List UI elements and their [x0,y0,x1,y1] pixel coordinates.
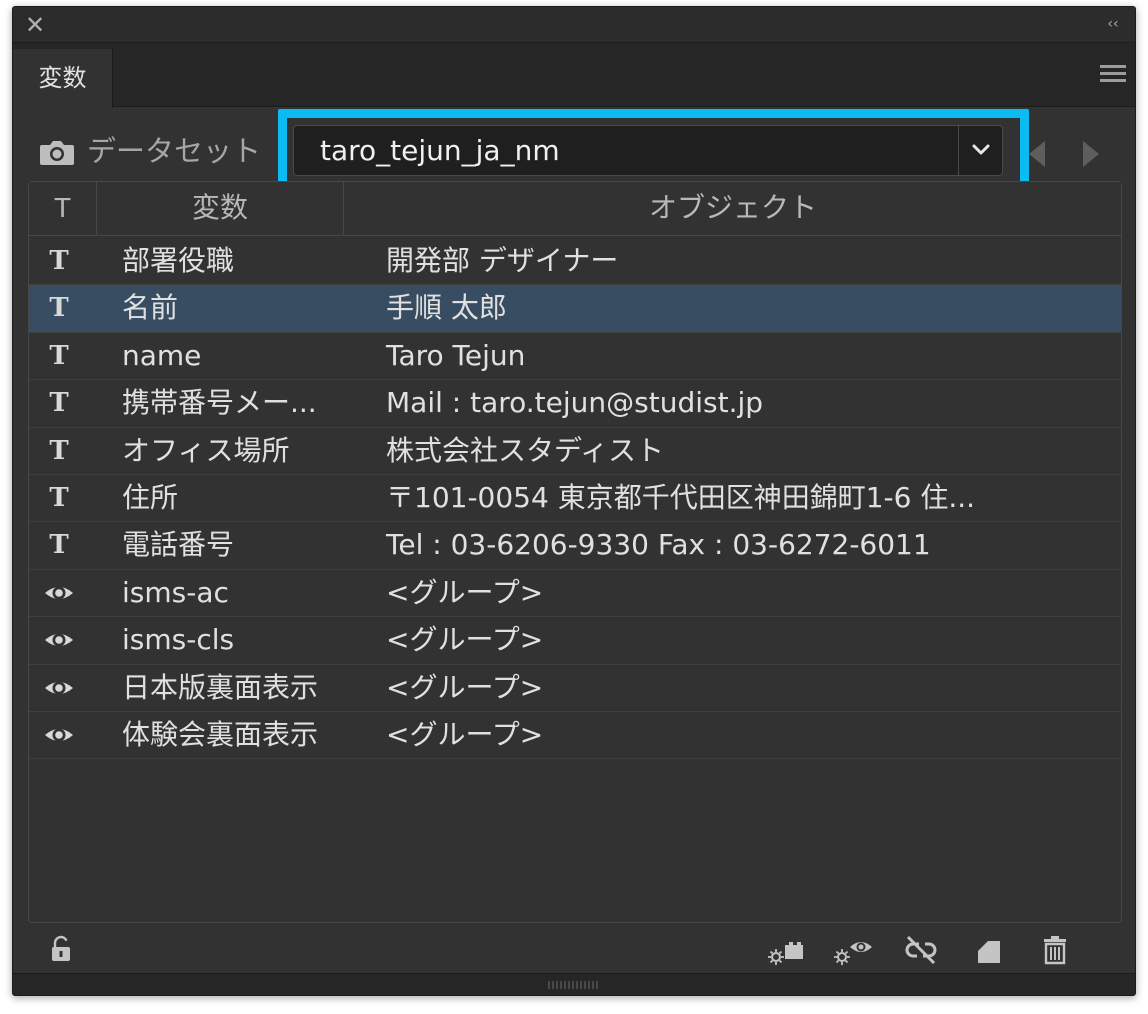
variable-name: 部署役職 [122,244,235,277]
table-row[interactable]: 日本版裏面表示 <グループ> [29,664,1121,712]
variable-name: 日本版裏面表示 [122,670,319,704]
object-name: <グループ> [386,717,544,751]
variable-name: 電話番号 [122,528,235,562]
eye-icon [45,586,73,600]
trash-icon[interactable] [1035,933,1075,967]
text-variable-icon: T [49,340,69,371]
dataset-selected-value: taro_tejun_ja_nm [320,134,560,167]
object-name: 手順 太郎 [386,291,507,325]
text-variable-icon: T [49,530,69,561]
table-row-selected[interactable]: T 名前 手順 太郎 [29,285,1121,333]
variable-name: 住所 [122,480,179,514]
table-row[interactable]: isms-ac <グループ> [29,569,1121,618]
dataset-label: データセット [87,134,262,168]
table-header: T 変数 オブジェクト [29,182,1121,236]
chevron-down-icon[interactable] [958,126,1002,175]
dataset-dropdown[interactable]: taro_tejun_ja_nm [293,125,1003,176]
text-variable-icon: T [49,388,69,419]
object-name: Mail : taro.tejun@studist.jp [386,386,764,420]
variable-name: 名前 [122,291,179,325]
table-row[interactable]: T オフィス場所 株式会社スタディスト [29,427,1121,475]
variable-name: isms-ac [122,575,229,609]
previous-dataset-icon[interactable] [1025,137,1049,171]
panel-titlebar: ✕ ‹‹ [13,7,1135,43]
table-row[interactable]: T 電話番号 Tel : 03-6206-9330 Fax : 03-6272-… [29,522,1121,570]
tab-variables[interactable]: 変数 [13,49,113,108]
panel-menu-icon[interactable] [1095,61,1131,91]
panel-footer [13,925,1135,975]
object-name: Taro Tejun [386,338,526,372]
column-header-object[interactable]: オブジェクト [344,182,1122,235]
table-row[interactable]: isms-cls <グループ> [29,617,1121,665]
camera-icon[interactable] [39,139,75,167]
panel-tabbar: 変数 [13,43,1135,108]
unbind-variable-icon[interactable] [901,933,941,967]
table-row[interactable]: T 部署役職 開発部 デザイナー [29,238,1121,286]
make-object-dynamic-icon[interactable] [767,933,807,967]
unlock-icon[interactable] [49,935,73,963]
text-variable-icon: T [49,435,69,466]
object-name: <グループ> [386,623,544,657]
object-name: 開発部 デザイナー [386,244,619,277]
variable-name: オフィス場所 [122,433,290,467]
grip-icon [548,981,598,989]
make-visibility-dynamic-icon[interactable] [833,933,873,967]
variable-name: 体験会裏面表示 [122,717,319,751]
variable-name: 携帯番号メー... [122,386,317,420]
eye-icon [45,633,73,647]
eye-icon [45,728,73,742]
dataset-row: データセット taro_tejun_ja_nm [13,107,1135,194]
text-variable-icon: T [49,293,69,324]
variables-table: T 変数 オブジェクト T 部署役職 開発部 デザイナー T 名前 手順 太郎 … [28,181,1122,923]
close-icon[interactable]: ✕ [23,13,47,37]
collapse-panel-icon[interactable]: ‹‹ [1103,15,1123,33]
text-variable-icon: T [49,246,69,276]
table-row[interactable]: 体験会裏面表示 <グループ> [29,711,1121,760]
column-header-type[interactable]: T [29,182,97,235]
new-variable-icon[interactable] [969,933,1009,967]
table-row[interactable]: T 携帯番号メー... Mail : taro.tejun@studist.jp [29,380,1121,428]
variable-name: name [122,338,202,372]
variables-panel: ✕ ‹‹ 変数 データセット taro_tejun_ja_nm T 変数 オブジ… [12,6,1136,996]
table-row[interactable]: T name Taro Tejun [29,332,1121,381]
eye-icon [45,681,73,695]
column-header-variable[interactable]: 変数 [97,182,344,235]
object-name: <グループ> [386,670,544,704]
object-name: Tel : 03-6206-9330 Fax : 03-6272-6011 [386,528,931,562]
next-dataset-icon[interactable] [1079,137,1103,171]
object-name: <グループ> [386,575,544,609]
panel-resize-handle[interactable] [13,973,1135,995]
object-name: 〒101-0054 東京都千代田区神田錦町1-6 住... [386,480,976,514]
object-name: 株式会社スタディスト [386,433,665,467]
table-rows: T 部署役職 開発部 デザイナー T 名前 手順 太郎 T name Taro … [29,238,1121,760]
text-variable-icon: T [49,482,69,513]
variable-name: isms-cls [122,623,235,657]
table-row[interactable]: T 住所 〒101-0054 東京都千代田区神田錦町1-6 住... [29,474,1121,523]
